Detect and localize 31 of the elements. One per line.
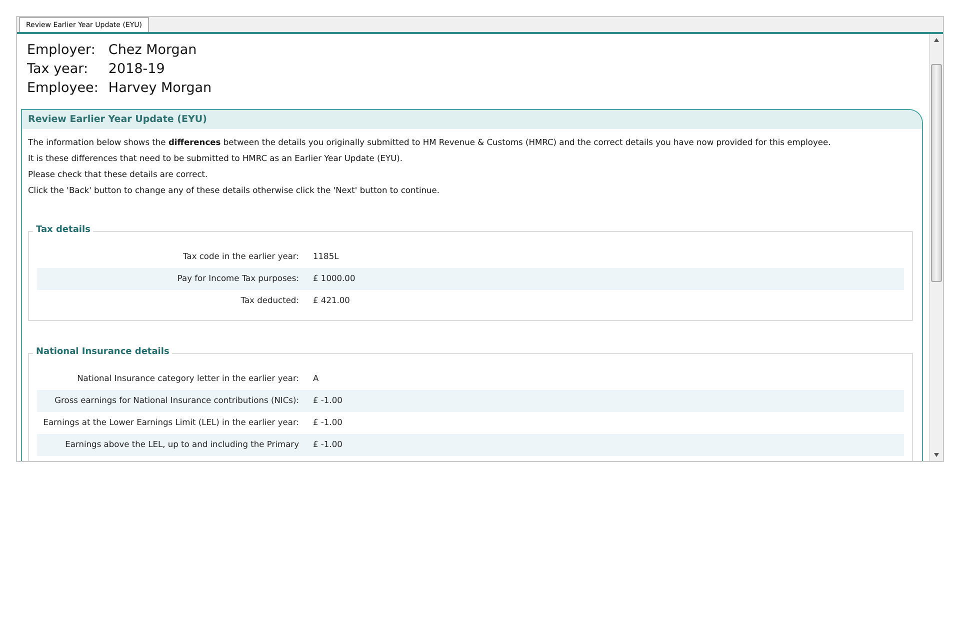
header-label: Employer: xyxy=(27,42,96,59)
field-value: 1185L xyxy=(313,250,340,262)
header-value: Harvey Morgan xyxy=(108,80,213,97)
scrollbar[interactable] xyxy=(929,34,943,461)
field-value: £ -1.00 xyxy=(313,438,344,450)
field-value: £ 421.00 xyxy=(313,294,351,306)
instruction-text: Click the 'Back' button to change any of these details otherwise click the 'Next' button to continue. xyxy=(28,184,441,197)
header-value: Chez Morgan xyxy=(108,42,198,59)
header-label: Tax year: xyxy=(27,61,89,78)
instruction-text: Please check that these details are correct. xyxy=(28,168,209,181)
field-value: £ -1.00 xyxy=(313,416,344,428)
scroll-down-icon[interactable] xyxy=(934,453,939,457)
field-label: Pay for Income Tax purposes: xyxy=(176,272,299,284)
field-label: Earnings above the LEL, up to and including the Primary xyxy=(64,438,299,450)
field-value: £ -1.00 xyxy=(313,394,344,406)
scroll-thumb[interactable] xyxy=(931,64,942,282)
field-label: Tax code in the earlier year: xyxy=(182,250,299,262)
header-label: Employee: xyxy=(27,80,98,97)
field-label: Tax deducted: xyxy=(240,294,299,306)
field-label: Gross earnings for National Insurance contributions (NICs): xyxy=(54,394,299,406)
field-value: £ 1000.00 xyxy=(313,272,356,284)
instruction-text: The information below shows the differences between the details you originally submitted to HM Revenue & Customs (HMRC) and the correct details you have now provided for this employee. xyxy=(28,136,832,149)
group-title: National Insurance details xyxy=(33,347,172,357)
instruction-text: It is these differences that need to be submitted to HMRC as an Earlier Year Update (EYU). xyxy=(28,152,404,165)
panel-title: Review Earlier Year Update (EYU) xyxy=(22,110,922,129)
scroll-up-icon[interactable] xyxy=(934,38,939,42)
header-value: 2018-19 xyxy=(108,61,166,78)
field-label: National Insurance category letter in the earlier year: xyxy=(76,372,299,384)
field-value: A xyxy=(313,372,320,384)
field-label: Earnings at the Lower Earnings Limit (LEL) in the earlier year: xyxy=(42,416,299,428)
group-title: Tax details xyxy=(33,225,94,235)
